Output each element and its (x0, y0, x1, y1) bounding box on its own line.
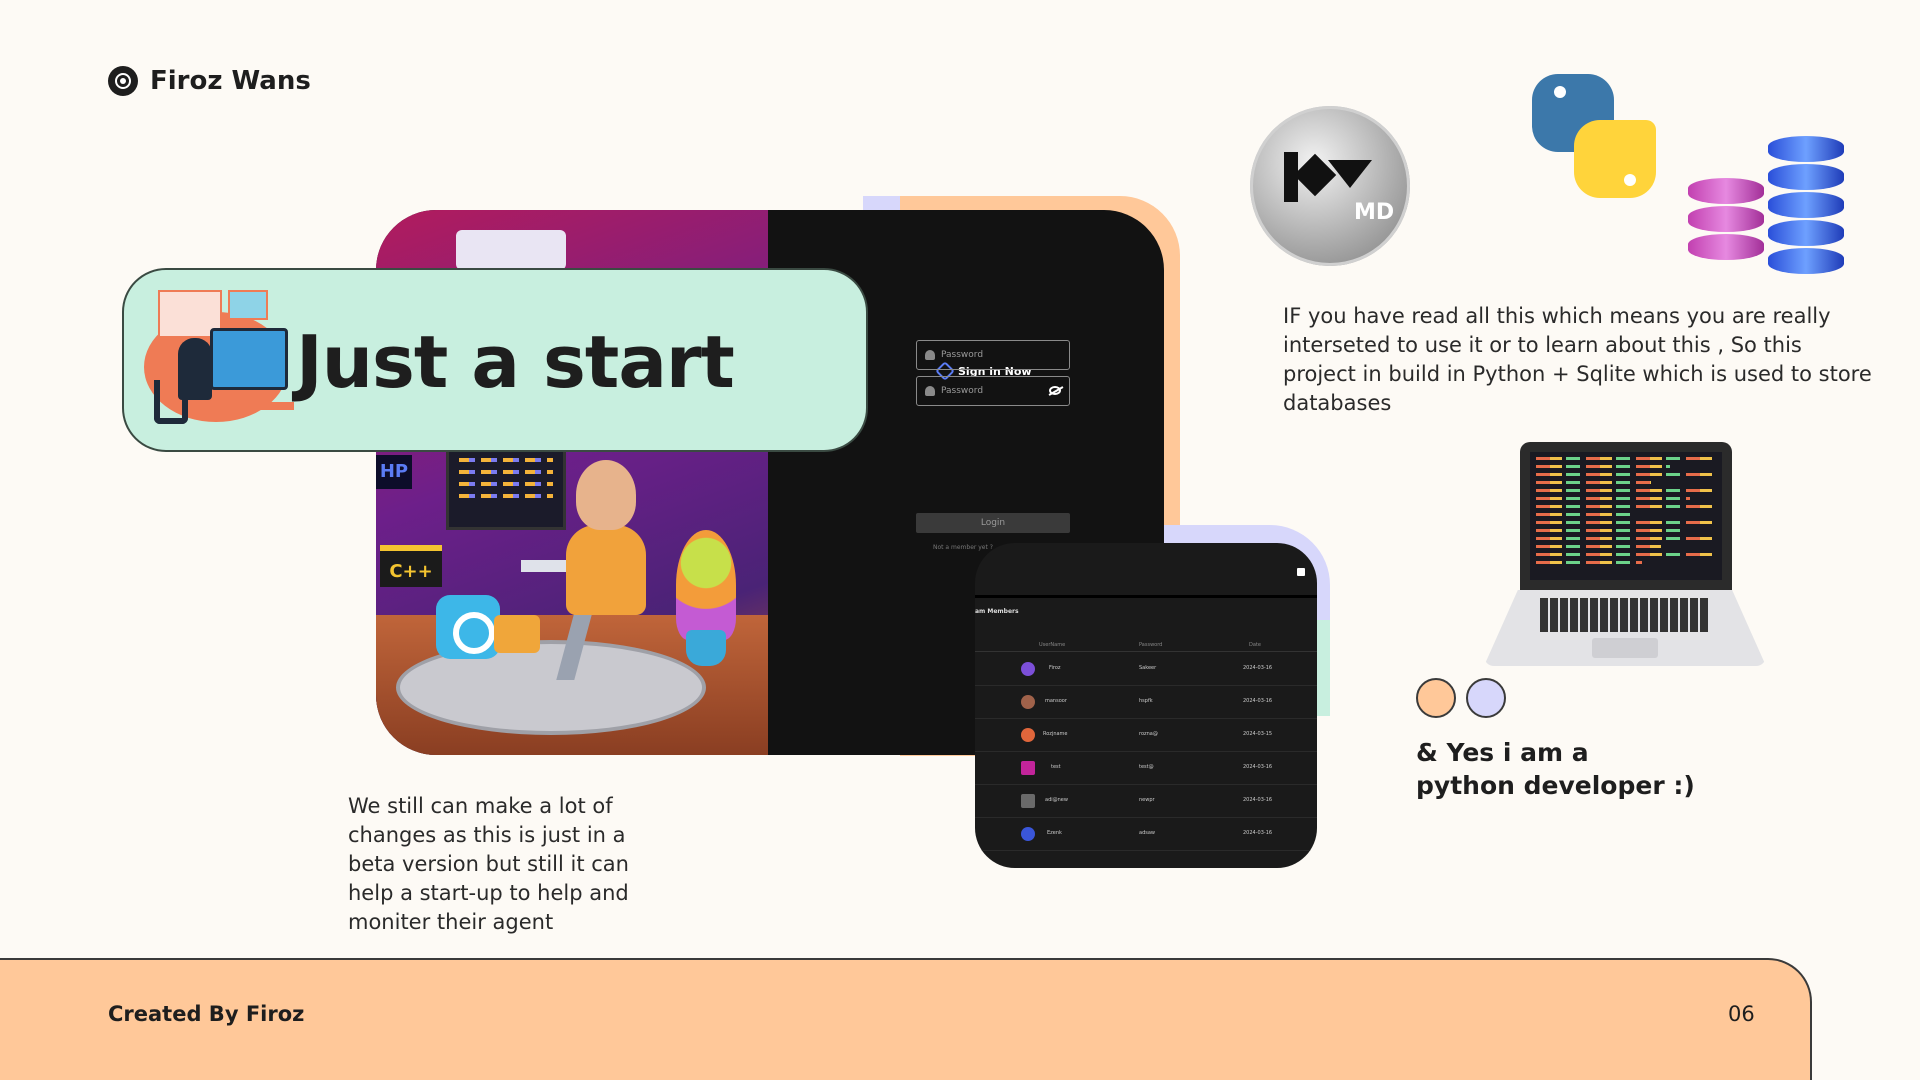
table-row[interactable]: mansoor hspfk 2024-03-16 (975, 686, 1317, 719)
cell-password: test@ (1139, 764, 1154, 770)
cell-date: 2024-03-15 (1243, 731, 1273, 737)
brand: Firoz Wans (108, 66, 311, 96)
cell-password: newpr (1139, 797, 1155, 803)
footer: Created By Firoz 06 (0, 958, 1812, 1080)
laptop-icon (1484, 442, 1766, 670)
login-button[interactable]: Login (916, 513, 1070, 533)
beta-description: We still can make a lot of changes as th… (348, 794, 629, 934)
table-title: am Members (975, 608, 1019, 615)
python-developer-text: & Yes i am a python developer :) (1416, 738, 1695, 800)
password-placeholder: Password (941, 386, 984, 396)
browser-window-graphic (456, 230, 566, 270)
cell-date: 2024-03-16 (1243, 665, 1273, 671)
key-icon (925, 386, 935, 396)
brand-name: Firoz Wans (150, 66, 311, 96)
username-field[interactable]: Password (916, 340, 1070, 370)
table-row[interactable]: adi@new newpr 2024-03-16 (975, 785, 1317, 818)
cell-password: Sakeer (1139, 665, 1157, 671)
hero-banner: Just a start (122, 268, 868, 452)
table-row[interactable]: Firoz Sakeer 2024-03-16 (975, 653, 1317, 686)
header-date: Date (1249, 642, 1261, 648)
cell-username: adi@new (1045, 797, 1068, 803)
database-icon (1688, 178, 1764, 262)
cell-password: rozna@ (1139, 731, 1158, 737)
cell-username: mansoor (1045, 698, 1067, 704)
lavender-dot (1466, 678, 1506, 718)
page-number: 06 (1728, 1002, 1755, 1026)
vase-graphic (686, 630, 726, 666)
table-row[interactable]: Rozjname rozna@ 2024-03-15 (975, 719, 1317, 752)
table-row[interactable]: Ezenk adsaw 2024-03-16 (975, 818, 1317, 851)
project-description: IF you have read all this which means yo… (1283, 304, 1872, 415)
members-table-screenshot: am Members UserName Password Date Firoz … (975, 543, 1317, 868)
kivymd-logo-icon: MD (1250, 106, 1410, 266)
cell-date: 2024-03-16 (1243, 698, 1273, 704)
folder-icon (494, 615, 540, 653)
cell-password: adsaw (1139, 830, 1155, 836)
cpp-badge: C++ (380, 545, 442, 587)
cell-date: 2024-03-16 (1243, 764, 1273, 770)
username-placeholder: Password (941, 350, 984, 360)
table-header: UserName Password Date (975, 638, 1317, 652)
developer-illustration (144, 290, 294, 430)
character-body (566, 525, 646, 615)
user-icon (925, 350, 935, 360)
chat-icon[interactable] (1297, 568, 1305, 576)
kivymd-badge: MD (1354, 200, 1395, 225)
cell-password: hspfk (1139, 698, 1153, 704)
avatar (1021, 728, 1035, 742)
gear-icon (436, 595, 500, 659)
created-by: Created By Firoz (108, 1002, 305, 1026)
character-head (576, 460, 636, 530)
avatar (1021, 827, 1035, 841)
cell-date: 2024-03-16 (1243, 830, 1273, 836)
password-field[interactable]: Password (916, 376, 1070, 406)
cell-date: 2024-03-16 (1243, 797, 1273, 803)
cell-username: Firoz (1049, 665, 1061, 671)
table-topbar (975, 543, 1317, 598)
header-username: UserName (1039, 642, 1066, 648)
cell-username: test (1051, 764, 1061, 770)
table-row[interactable]: test test@ 2024-03-16 (975, 752, 1317, 785)
avatar (1021, 761, 1035, 775)
target-icon (108, 66, 138, 96)
hero-title: Just a start (296, 320, 735, 404)
cell-username: Rozjname (1043, 731, 1068, 737)
database-icon (1768, 136, 1844, 276)
plant-graphic (676, 530, 736, 640)
eye-off-icon[interactable] (1049, 386, 1061, 395)
header-password: Password (1139, 642, 1163, 648)
cell-username: Ezenk (1047, 830, 1062, 836)
avatar (1021, 662, 1035, 676)
avatar (1021, 794, 1035, 808)
hp-badge: HP (376, 455, 412, 489)
avatar (1021, 695, 1035, 709)
peach-dot (1416, 678, 1456, 718)
python-logo-icon (1532, 74, 1656, 198)
